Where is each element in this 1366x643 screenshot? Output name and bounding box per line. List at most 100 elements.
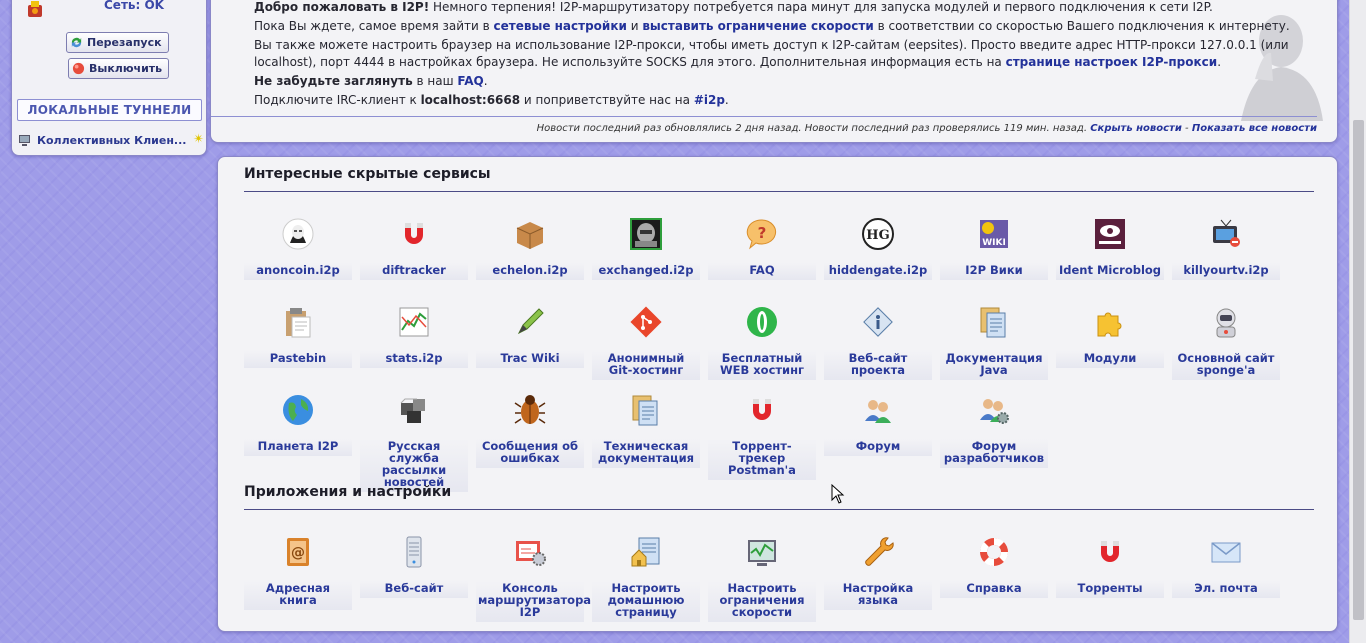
tile-envelope[interactable]: Эл. почта: [1172, 535, 1280, 598]
apps-divider: [244, 509, 1314, 510]
puzzle-icon: [1097, 312, 1122, 337]
console-icon: [516, 541, 546, 566]
tile-label: Торрент-трекер Postman'a: [708, 439, 816, 480]
scrollbar-thumb[interactable]: [1353, 120, 1364, 620]
tile-magnet[interactable]: Торрент-трекер Postman'a: [708, 393, 816, 480]
sidebar: Сеть: OK Перезапуск Выключить ЛОКАЛЬНЫЕ …: [11, 0, 207, 156]
tile-server[interactable]: Веб-сайт: [360, 535, 468, 598]
documents-icon: [980, 307, 1006, 338]
news-text: Подключите IRC-клиент к: [254, 93, 421, 107]
tunnel-item[interactable]: Коллективных Клиен... ✴: [18, 132, 204, 151]
tile-label: hiddengate.i2p: [824, 263, 932, 280]
box-icon: [516, 222, 544, 249]
tile-label: stats.i2p: [360, 351, 468, 368]
tile-box[interactable]: echelon.i2p: [476, 217, 584, 280]
tile-label: diftracker: [360, 263, 468, 280]
tile-label: Справка: [940, 581, 1048, 598]
tile-green-o[interactable]: Бесплатный WEB хостинг: [708, 305, 816, 380]
tile-wiki[interactable]: WIKI I2P Вики: [940, 217, 1048, 280]
tile-label: Консоль маршрутизатора I2P: [476, 581, 591, 622]
tile-pen[interactable]: Trac Wiki: [476, 305, 584, 368]
tile-anonymous-mask[interactable]: anoncoin.i2p: [244, 217, 352, 280]
star-icon: ✴: [193, 132, 204, 147]
tile-magnet[interactable]: Торренты: [1056, 535, 1164, 598]
tile-label: anoncoin.i2p: [244, 263, 352, 280]
ident-eye-icon: [1095, 219, 1125, 249]
tile-label: Настроить ограничения скорости: [708, 581, 816, 622]
tile-info-diamond[interactable]: Веб-сайт проекта: [824, 305, 932, 380]
tile-lifebuoy[interactable]: Справка: [940, 535, 1048, 598]
tile-home-page[interactable]: Настроить домашнюю страницу: [592, 535, 700, 622]
tile-magnet[interactable]: diftracker: [360, 217, 468, 280]
pen-icon: [517, 308, 544, 335]
shutdown-button[interactable]: Выключить: [68, 58, 170, 79]
tile-documents[interactable]: Документация Java: [940, 305, 1048, 380]
services-title: Интересные скрытые сервисы: [244, 166, 491, 182]
tile-address-book[interactable]: @ Адресная книга: [244, 535, 352, 610]
monitor-graph-icon: [748, 540, 776, 566]
tile-astronaut[interactable]: Основной сайт sponge'a: [1172, 305, 1280, 380]
hide-news-link[interactable]: Скрыть новости: [1090, 123, 1182, 134]
news-footer: Новости последний раз обновлялись 2 дня …: [537, 123, 1317, 134]
tile-label: exchanged.i2p: [592, 263, 700, 280]
tile-clipboard[interactable]: Pastebin: [244, 305, 352, 368]
tunnel-label: Коллективных Клиен...: [37, 134, 187, 147]
tile-cubes[interactable]: Русская служба рассылки новостей: [360, 393, 468, 492]
faq-link[interactable]: FAQ: [457, 74, 483, 88]
bandwidth-limit-link[interactable]: выставить ограничение скорости: [642, 19, 873, 33]
proxy-settings-link[interactable]: странице настроек I2P-прокси: [1006, 55, 1218, 69]
tile-label: Техническая документация: [592, 439, 700, 468]
svg-text:WIKI: WIKI: [982, 238, 1006, 248]
tile-puzzle[interactable]: Модули: [1056, 305, 1164, 368]
tv-icon: [1213, 219, 1240, 247]
tile-label: Адресная книга: [244, 581, 352, 610]
restart-button[interactable]: Перезапуск: [66, 32, 169, 53]
svg-text:HG: HG: [866, 228, 889, 243]
show-all-news-link[interactable]: Показать все новости: [1192, 123, 1317, 134]
main-panel: Интересные скрытые сервисы anoncoin.i2p d…: [217, 156, 1338, 632]
welcome-title: Добро пожаловать в I2P!: [254, 0, 430, 14]
irc-channel-link[interactable]: #i2p: [694, 93, 725, 107]
magnet-icon: [753, 399, 771, 420]
git-icon: [630, 306, 662, 338]
tile-monitor-graph[interactable]: Настроить ограничения скорости: [708, 535, 816, 622]
network-settings-link[interactable]: сетевые настройки: [494, 19, 627, 33]
tile-label: Документация Java: [940, 351, 1048, 380]
tile-console[interactable]: Консоль маршрутизатора I2P: [476, 535, 591, 622]
tile-label: Ident Microblog: [1056, 263, 1164, 280]
users-gear-icon: [980, 399, 1009, 424]
tile-label: Бесплатный WEB хостинг: [708, 351, 816, 380]
tile-users[interactable]: Форум: [824, 393, 932, 456]
tile-tv[interactable]: killyourtv.i2p: [1172, 217, 1280, 280]
tile-globe[interactable]: Планета I2P: [244, 393, 352, 456]
tile-ident-eye[interactable]: Ident Microblog: [1056, 217, 1164, 280]
tile-bug[interactable]: Сообщения об ошибках: [476, 393, 584, 468]
server-icon: [406, 536, 422, 568]
page-scrollbar[interactable]: [1349, 0, 1366, 643]
tile-label: Сообщения об ошибках: [476, 439, 584, 468]
shutdown-label: Выключить: [89, 62, 163, 75]
news-panel: Добро пожаловать в I2P! Немного терпения…: [210, 0, 1338, 143]
tile-question-bubble[interactable]: ? FAQ: [708, 217, 816, 280]
tile-label: Форум разработчиков: [940, 439, 1048, 468]
tile-robot[interactable]: exchanged.i2p: [592, 217, 700, 280]
news-updated-text: Новости последний раз обновлялись 2 дня …: [536, 123, 1088, 134]
wiki-icon: WIKI: [980, 220, 1008, 248]
stop-icon: [72, 62, 85, 75]
welcome-text: Немного терпения! I2P-маршрутизатору пот…: [429, 0, 1213, 14]
tile-wrench[interactable]: Настройка языка: [824, 535, 932, 610]
tile-chart[interactable]: stats.i2p: [360, 305, 468, 368]
question-bubble-icon: ?: [746, 219, 777, 250]
local-tunnels-title[interactable]: ЛОКАЛЬНЫЕ ТУННЕЛИ: [17, 99, 202, 121]
hg-logo-icon: HG: [862, 218, 894, 250]
tile-documents[interactable]: Техническая документация: [592, 393, 700, 468]
news-divider: [211, 116, 1317, 117]
tile-git[interactable]: Анонимный Git-хостинг: [592, 305, 700, 380]
anonymous-mask-icon: [282, 218, 314, 250]
news-text: .: [1217, 55, 1222, 69]
network-status: Сеть: OK: [20, 0, 200, 17]
tile-hg-logo[interactable]: HG hiddengate.i2p: [824, 217, 932, 280]
tile-users-gear[interactable]: Форум разработчиков: [940, 393, 1048, 468]
tile-label: Эл. почта: [1172, 581, 1280, 598]
news-bold: Не забудьте заглянуть: [254, 74, 413, 88]
